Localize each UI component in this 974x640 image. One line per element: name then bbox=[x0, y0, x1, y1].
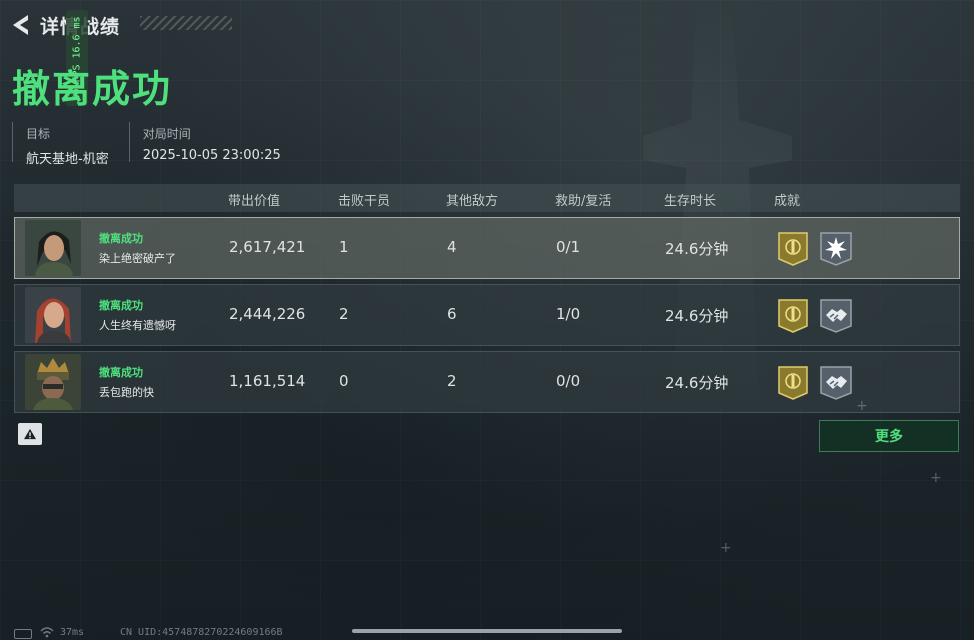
avatar bbox=[25, 354, 81, 410]
header-assist-revive: 救助/复活 bbox=[555, 194, 612, 209]
header-survival-time: 生存时长 bbox=[664, 194, 717, 209]
cell-other-enemies: 2 bbox=[447, 372, 457, 390]
cell-survival-time: 24.6分钟 bbox=[665, 374, 729, 392]
cell-kills: 1 bbox=[339, 238, 349, 256]
cell-other-enemies: 4 bbox=[447, 238, 457, 256]
meta-target-label: 目标 bbox=[26, 127, 51, 141]
match-meta: 目标 航天基地-机密 对局时间 2025-10-05 23:00:25 bbox=[12, 122, 301, 167]
ping-text: 37ms bbox=[60, 627, 85, 638]
header-value: 带出价值 bbox=[228, 194, 281, 209]
handshake-badge-icon[interactable] bbox=[819, 298, 853, 334]
player-name: 丢包跑的快 bbox=[99, 386, 154, 399]
player-name: 人生终有遗憾呀 bbox=[99, 319, 176, 332]
meta-time: 对局时间 2025-10-05 23:00:25 bbox=[128, 122, 281, 163]
operator-portrait-icon bbox=[25, 354, 81, 410]
header-achievements: 成就 bbox=[774, 194, 801, 209]
cell-assist-revive: 1/0 bbox=[556, 305, 581, 323]
gold-shield-badge-icon[interactable] bbox=[777, 365, 809, 401]
meta-time-label: 对局时间 bbox=[142, 127, 191, 141]
player-row[interactable]: 撤离成功 丢包跑的快 1,161,514 0 2 0/0 24.6分钟 bbox=[14, 351, 960, 413]
player-name: 染上绝密破产了 bbox=[99, 252, 176, 265]
cell-value: 1,161,514 bbox=[229, 372, 306, 390]
player-status: 撤离成功 bbox=[99, 366, 143, 379]
player-status: 撤离成功 bbox=[99, 232, 143, 245]
decor-plus-mark: + bbox=[720, 540, 732, 556]
cell-assist-revive: 0/0 bbox=[556, 372, 581, 390]
meta-target: 目标 航天基地-机密 bbox=[12, 122, 109, 167]
cell-other-enemies: 6 bbox=[447, 305, 457, 323]
meta-time-value: 2025-10-05 23:00:25 bbox=[142, 148, 281, 163]
cell-survival-time: 24.6分钟 bbox=[665, 240, 729, 258]
decor-plus-mark: + bbox=[930, 470, 942, 486]
home-indicator[interactable] bbox=[352, 629, 622, 633]
warning-icon bbox=[24, 428, 36, 440]
uid-text: CN UID:4574878270224609166B bbox=[120, 627, 283, 638]
table-header: 带出价值 击败干员 其他敌方 救助/复活 生存时长 成就 bbox=[14, 184, 960, 212]
avatar bbox=[25, 220, 81, 276]
operator-portrait-icon bbox=[25, 287, 81, 343]
cell-assist-revive: 0/1 bbox=[556, 238, 581, 256]
header-stripe-decoration bbox=[140, 16, 232, 30]
more-button[interactable]: 更多 bbox=[819, 420, 959, 452]
chevron-left-icon bbox=[13, 15, 28, 35]
header-kills: 击败干员 bbox=[338, 194, 391, 209]
wifi-icon bbox=[40, 627, 54, 638]
report-warning-button[interactable] bbox=[18, 423, 42, 445]
page-title: 撤离成功 bbox=[12, 67, 173, 111]
cell-value: 2,444,226 bbox=[229, 305, 306, 323]
gold-shield-badge-icon[interactable] bbox=[777, 298, 809, 334]
handshake-badge-icon[interactable] bbox=[819, 365, 853, 401]
cell-kills: 2 bbox=[339, 305, 349, 323]
header-other-enemies: 其他敌方 bbox=[446, 194, 499, 209]
player-status: 撤离成功 bbox=[99, 299, 143, 312]
avatar bbox=[25, 287, 81, 343]
player-row[interactable]: 撤离成功 人生终有遗憾呀 2,444,226 2 6 1/0 24.6分钟 bbox=[14, 284, 960, 346]
explosion-badge-icon[interactable] bbox=[819, 231, 853, 267]
cell-kills: 0 bbox=[339, 372, 349, 390]
cell-value: 2,617,421 bbox=[229, 238, 306, 256]
operator-portrait-icon bbox=[25, 220, 81, 276]
cell-survival-time: 24.6分钟 bbox=[665, 307, 729, 325]
gold-shield-badge-icon[interactable] bbox=[777, 231, 809, 267]
meta-target-value: 航天基地-机密 bbox=[26, 152, 109, 167]
battery-icon bbox=[14, 629, 32, 639]
player-row[interactable]: 撤离成功 染上绝密破产了 2,617,421 1 4 0/1 24.6分钟 bbox=[14, 217, 960, 279]
